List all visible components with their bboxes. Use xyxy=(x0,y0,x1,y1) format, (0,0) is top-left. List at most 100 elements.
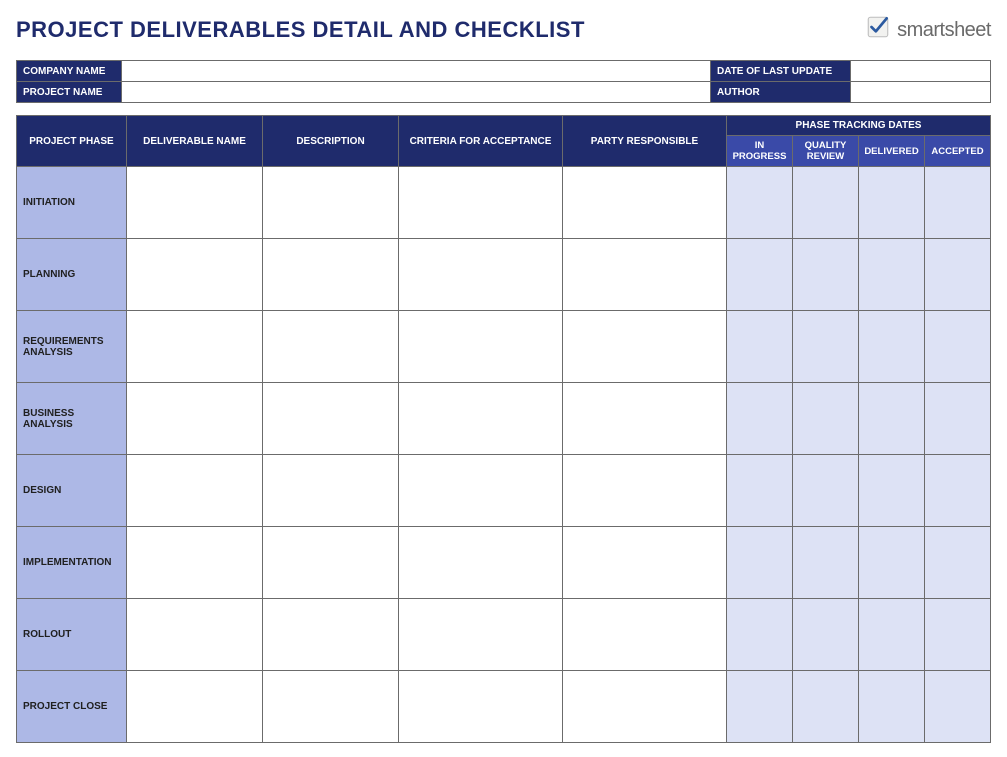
cell-accepted[interactable] xyxy=(925,527,991,599)
cell-quality[interactable] xyxy=(793,239,859,311)
cell-accepted[interactable] xyxy=(925,311,991,383)
cell-deliverable[interactable] xyxy=(127,311,263,383)
author-value[interactable] xyxy=(851,82,991,103)
cell-deliverable[interactable] xyxy=(127,455,263,527)
cell-accepted[interactable] xyxy=(925,167,991,239)
table-row: REQUIREMENTS ANALYSIS xyxy=(17,311,991,383)
cell-criteria[interactable] xyxy=(399,599,563,671)
cell-criteria[interactable] xyxy=(399,167,563,239)
cell-accepted[interactable] xyxy=(925,383,991,455)
cell-quality[interactable] xyxy=(793,527,859,599)
checkmark-icon xyxy=(865,14,891,46)
cell-delivered[interactable] xyxy=(859,239,925,311)
cell-party[interactable] xyxy=(563,599,727,671)
cell-quality[interactable] xyxy=(793,383,859,455)
page-title: PROJECT DELIVERABLES DETAIL AND CHECKLIS… xyxy=(16,17,585,43)
cell-criteria[interactable] xyxy=(399,527,563,599)
date-value[interactable] xyxy=(851,61,991,82)
meta-table: COMPANY NAME DATE OF LAST UPDATE PROJECT… xyxy=(16,60,991,103)
cell-quality[interactable] xyxy=(793,455,859,527)
cell-in-progress[interactable] xyxy=(727,599,793,671)
cell-accepted[interactable] xyxy=(925,599,991,671)
cell-accepted[interactable] xyxy=(925,671,991,743)
table-row: PROJECT CLOSE xyxy=(17,671,991,743)
hdr-description: DESCRIPTION xyxy=(263,116,399,167)
cell-delivered[interactable] xyxy=(859,167,925,239)
cell-party[interactable] xyxy=(563,311,727,383)
cell-delivered[interactable] xyxy=(859,383,925,455)
phase-label: PLANNING xyxy=(17,239,127,311)
cell-party[interactable] xyxy=(563,527,727,599)
project-value[interactable] xyxy=(122,82,711,103)
hdr-phase: PROJECT PHASE xyxy=(17,116,127,167)
phase-label: REQUIREMENTS ANALYSIS xyxy=(17,311,127,383)
cell-quality[interactable] xyxy=(793,167,859,239)
cell-party[interactable] xyxy=(563,671,727,743)
cell-delivered[interactable] xyxy=(859,671,925,743)
company-label: COMPANY NAME xyxy=(17,61,122,82)
cell-description[interactable] xyxy=(263,455,399,527)
cell-criteria[interactable] xyxy=(399,671,563,743)
cell-party[interactable] xyxy=(563,383,727,455)
hdr-quality: QUALITY REVIEW xyxy=(793,136,859,167)
deliverables-table: PROJECT PHASE DELIVERABLE NAME DESCRIPTI… xyxy=(16,115,991,743)
cell-description[interactable] xyxy=(263,671,399,743)
cell-description[interactable] xyxy=(263,311,399,383)
table-row: BUSINESS ANALYSIS xyxy=(17,383,991,455)
cell-description[interactable] xyxy=(263,167,399,239)
hdr-tracking-group: PHASE TRACKING DATES xyxy=(727,116,991,136)
cell-criteria[interactable] xyxy=(399,239,563,311)
table-row: PLANNING xyxy=(17,239,991,311)
cell-quality[interactable] xyxy=(793,671,859,743)
phase-label: INITIATION xyxy=(17,167,127,239)
hdr-criteria: CRITERIA FOR ACCEPTANCE xyxy=(399,116,563,167)
cell-in-progress[interactable] xyxy=(727,671,793,743)
brand-logo: smartsheet xyxy=(865,14,991,46)
phase-label: BUSINESS ANALYSIS xyxy=(17,383,127,455)
cell-delivered[interactable] xyxy=(859,311,925,383)
cell-in-progress[interactable] xyxy=(727,239,793,311)
cell-in-progress[interactable] xyxy=(727,311,793,383)
table-row: IMPLEMENTATION xyxy=(17,527,991,599)
hdr-accepted: ACCEPTED xyxy=(925,136,991,167)
cell-criteria[interactable] xyxy=(399,383,563,455)
phase-label: IMPLEMENTATION xyxy=(17,527,127,599)
cell-in-progress[interactable] xyxy=(727,167,793,239)
project-label: PROJECT NAME xyxy=(17,82,122,103)
cell-description[interactable] xyxy=(263,383,399,455)
cell-delivered[interactable] xyxy=(859,527,925,599)
cell-party[interactable] xyxy=(563,167,727,239)
cell-criteria[interactable] xyxy=(399,455,563,527)
cell-deliverable[interactable] xyxy=(127,671,263,743)
cell-description[interactable] xyxy=(263,527,399,599)
cell-accepted[interactable] xyxy=(925,239,991,311)
cell-delivered[interactable] xyxy=(859,599,925,671)
cell-deliverable[interactable] xyxy=(127,527,263,599)
table-row: INITIATION xyxy=(17,167,991,239)
cell-party[interactable] xyxy=(563,239,727,311)
phase-label: DESIGN xyxy=(17,455,127,527)
cell-quality[interactable] xyxy=(793,599,859,671)
cell-in-progress[interactable] xyxy=(727,455,793,527)
cell-in-progress[interactable] xyxy=(727,383,793,455)
hdr-party: PARTY RESPONSIBLE xyxy=(563,116,727,167)
hdr-in-progress: IN PROGRESS xyxy=(727,136,793,167)
cell-in-progress[interactable] xyxy=(727,527,793,599)
hdr-deliverable: DELIVERABLE NAME xyxy=(127,116,263,167)
cell-accepted[interactable] xyxy=(925,455,991,527)
phase-label: PROJECT CLOSE xyxy=(17,671,127,743)
author-label: AUTHOR xyxy=(711,82,851,103)
cell-quality[interactable] xyxy=(793,311,859,383)
cell-criteria[interactable] xyxy=(399,311,563,383)
cell-deliverable[interactable] xyxy=(127,383,263,455)
cell-deliverable[interactable] xyxy=(127,599,263,671)
table-row: ROLLOUT xyxy=(17,599,991,671)
cell-party[interactable] xyxy=(563,455,727,527)
cell-delivered[interactable] xyxy=(859,455,925,527)
cell-deliverable[interactable] xyxy=(127,239,263,311)
date-label: DATE OF LAST UPDATE xyxy=(711,61,851,82)
cell-description[interactable] xyxy=(263,239,399,311)
cell-deliverable[interactable] xyxy=(127,167,263,239)
company-value[interactable] xyxy=(122,61,711,82)
cell-description[interactable] xyxy=(263,599,399,671)
